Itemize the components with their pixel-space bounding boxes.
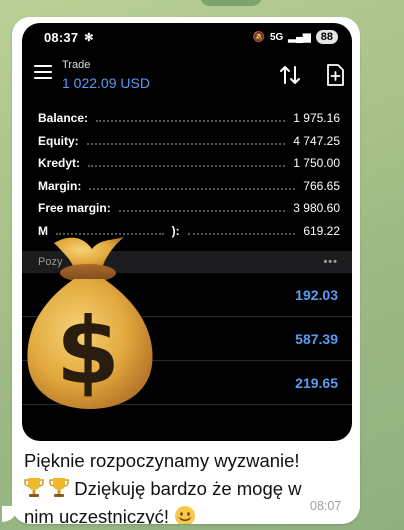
message-line-3-text: nim uczestniczyć!: [24, 506, 175, 524]
message-line-3: nim uczestniczyć!: [24, 503, 354, 524]
screenshot-image[interactable]: 08:37 ✻ 🔕 5G ▂▄▆ 88 Trade 1 022.09 USD B…: [22, 23, 352, 441]
chat-date-pill: [200, 0, 262, 6]
message-bubble[interactable]: 08:37 ✻ 🔕 5G ▂▄▆ 88 Trade 1 022.09 USD B…: [12, 17, 360, 524]
trophy-icon: [49, 478, 69, 497]
dotted-leader: [88, 165, 286, 168]
summary-label: Balance:: [38, 111, 89, 126]
message-line-2-text: Dziękuję bardzo że mogę w: [69, 478, 302, 499]
summary-row-balance: Balance: 1 975.16: [22, 107, 352, 130]
summary-row-equity: Equity: 4 747.25: [22, 130, 352, 153]
summary-row-margin: Margin: 766.65: [22, 175, 352, 198]
status-icons: 🔕 5G ▂▄▆ 88: [252, 30, 338, 44]
network-label: 5G: [269, 31, 284, 43]
summary-value: 619.22: [303, 223, 341, 238]
summary-value: 1 750.00: [293, 156, 340, 171]
battery-level: 88: [315, 30, 338, 44]
mute-icon: 🔕: [252, 31, 265, 43]
dotted-leader: [187, 232, 296, 235]
smiling-face-icon: [175, 506, 196, 524]
svg-text:$: $: [56, 298, 120, 405]
summary-label-suffix: ):: [171, 223, 180, 238]
position-profit: 219.65: [295, 374, 338, 391]
dotted-leader: [96, 120, 286, 123]
summary-row-credit: Kredyt: 1 750.00: [22, 152, 352, 175]
message-line-1: Pięknie rozpoczynamy wyzwanie!: [24, 450, 300, 471]
dotted-leader: [89, 187, 296, 190]
summary-label: Margin:: [38, 178, 82, 193]
signal-icon: ▂▄▆: [288, 31, 311, 43]
dotted-leader: [86, 142, 286, 145]
summary-value: 3 980.60: [293, 201, 340, 216]
bubble-tail: [2, 506, 18, 522]
header-balance: 1 022.09 USD: [62, 75, 150, 91]
hamburger-menu-icon[interactable]: [34, 65, 52, 79]
new-order-icon[interactable]: [324, 63, 346, 87]
summary-row-free-margin: Free margin: 3 980.60: [22, 197, 352, 220]
summary-label: Kredyt:: [38, 156, 81, 171]
summary-label: Equity:: [38, 133, 79, 148]
settings-small-icon: ✻: [84, 31, 94, 44]
message-time: 08:07: [310, 499, 342, 513]
summary-value: 766.65: [303, 178, 340, 193]
position-profit: 192.03: [295, 286, 338, 303]
account-summary: Balance: 1 975.16 Equity: 4 747.25 Kredy…: [22, 107, 352, 242]
status-bar: 08:37 ✻ 🔕 5G ▂▄▆ 88: [22, 23, 352, 51]
message-line-2: Dziękuję bardzo że mogę w: [24, 475, 354, 503]
money-bag-icon: $: [27, 237, 153, 409]
summary-value: 1 975.16: [293, 111, 340, 126]
app-title: Trade: [62, 59, 91, 71]
status-time: 08:37: [44, 29, 79, 45]
summary-label: Free margin:: [38, 201, 111, 216]
trophy-icon: [24, 478, 44, 497]
message-text: Pięknie rozpoczynamy wyzwanie! Dziękuję …: [24, 447, 354, 524]
summary-value: 4 747.25: [293, 133, 340, 148]
position-profit: 587.39: [295, 330, 338, 347]
more-options-icon[interactable]: •••: [323, 256, 338, 268]
sort-icon[interactable]: [278, 63, 302, 87]
app-toolbar: Trade 1 022.09 USD: [22, 55, 352, 95]
dotted-leader: [118, 210, 286, 213]
